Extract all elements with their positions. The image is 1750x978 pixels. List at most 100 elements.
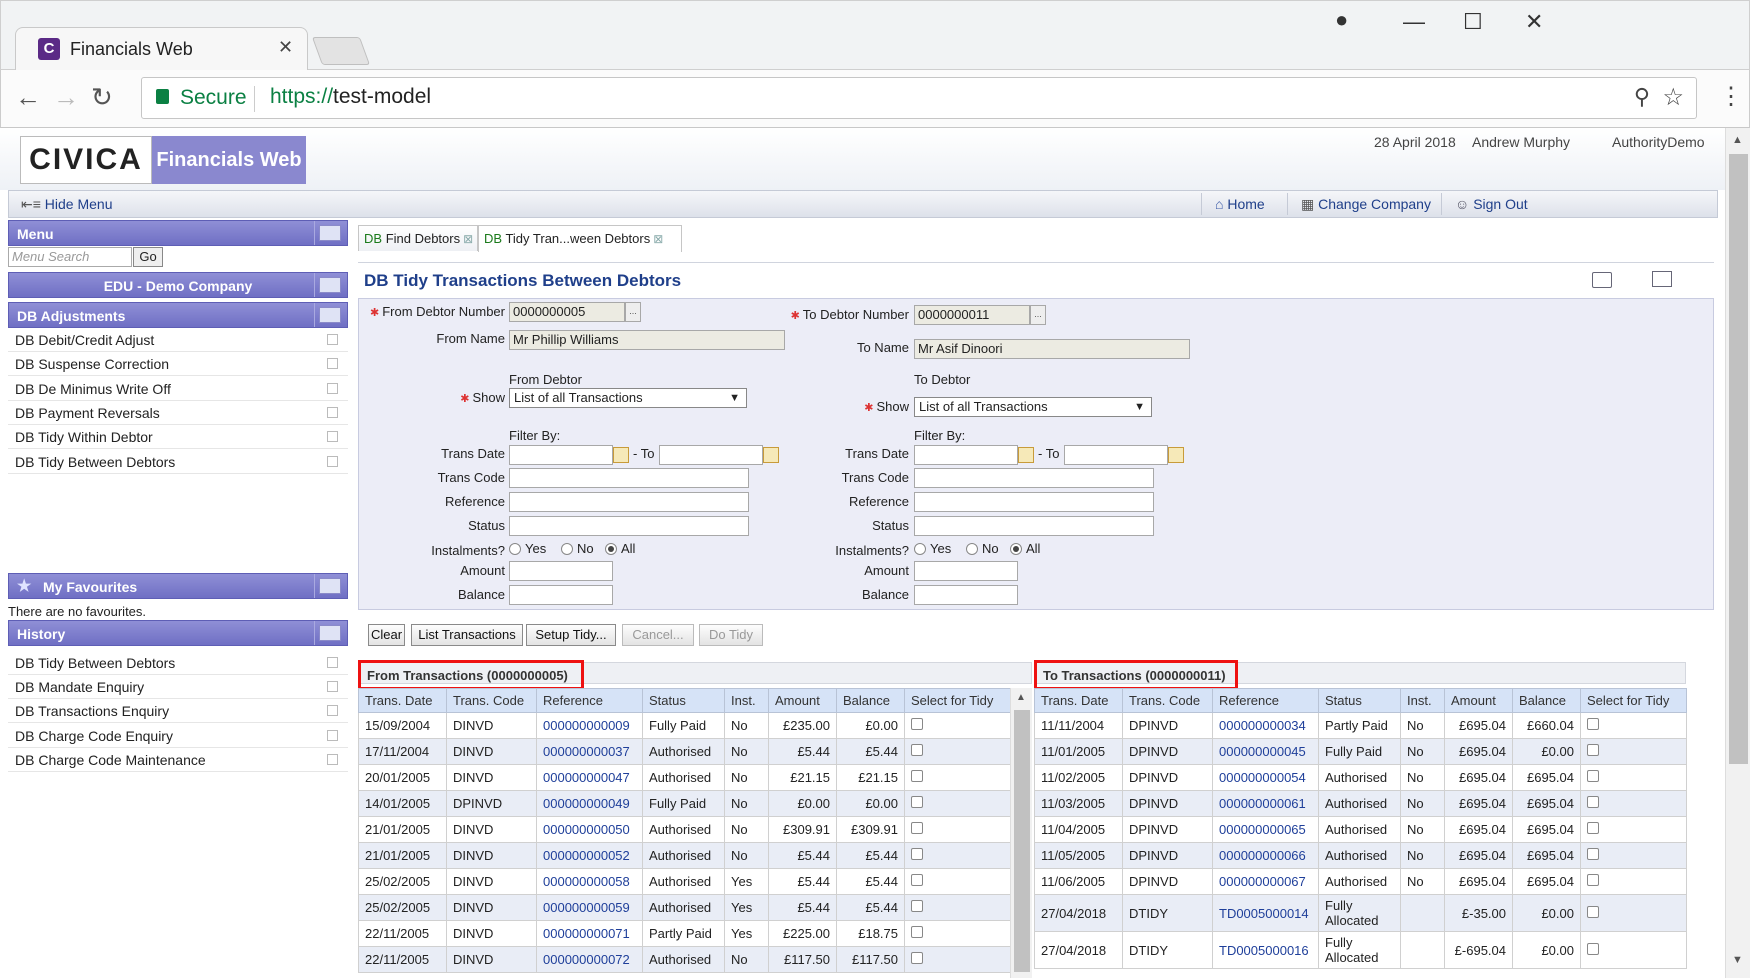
open-external-icon[interactable] [327,334,338,345]
from-debtor-number-input[interactable]: 0000000005 [509,302,625,322]
do-tidy-button[interactable]: Do Tidy [699,624,763,646]
column-header[interactable]: Trans. Date [358,688,447,713]
calendar-icon[interactable] [1168,447,1184,463]
reference-link[interactable]: 000000000071 [543,926,630,941]
to-trans-date-to-input[interactable] [1064,445,1168,465]
open-external-icon[interactable] [327,456,338,467]
sign-out-button[interactable]: ☺ Sign Out [1455,196,1528,212]
select-for-tidy-checkbox[interactable] [1587,718,1599,730]
reference-link[interactable]: 000000000065 [1219,822,1306,837]
from-balance-input[interactable] [509,585,613,605]
from-trans-date-to-input[interactable] [659,445,763,465]
select-for-tidy-checkbox[interactable] [911,770,923,782]
close-tab-icon[interactable]: ⊠ [653,232,663,246]
history-item-mandate-enquiry[interactable]: DB Mandate Enquiry [8,675,348,699]
select-for-tidy-checkbox[interactable] [1587,822,1599,834]
select-for-tidy-checkbox[interactable] [1587,770,1599,782]
to-status-input[interactable] [914,516,1154,536]
browser-tab[interactable]: C Financials Web ✕ [15,27,308,71]
table-row[interactable]: 11/06/2005 DPINVD 000000000067 Authorised No… [1034,868,1687,895]
table-row[interactable]: 11/05/2005 DPINVD 000000000066 Authorised No… [1034,842,1687,869]
reference-link[interactable]: 000000000045 [1219,744,1306,759]
reload-icon[interactable]: ↻ [91,82,113,113]
table-row[interactable]: 22/11/2005 DINVD 000000000071 Partly Paid Ye… [358,920,1011,947]
history-item-charge-code-enquiry[interactable]: DB Charge Code Enquiry [8,724,348,748]
column-header[interactable]: Trans. Date [1034,688,1123,713]
sidebar-item-debit-credit-adjust[interactable]: DB Debit/Credit Adjust [8,328,348,352]
table-row[interactable]: 11/01/2005 DPINVD 000000000045 Fully Paid No… [1034,738,1687,765]
reference-link[interactable]: 000000000059 [543,900,630,915]
table-row[interactable]: 11/03/2005 DPINVD 000000000061 Authorised No… [1034,790,1687,817]
from-instalments-yes-radio[interactable]: Yes [509,541,546,556]
open-external-icon[interactable] [327,431,338,442]
section-window-icon[interactable] [319,307,341,323]
select-for-tidy-checkbox[interactable] [911,874,923,886]
select-for-tidy-checkbox[interactable] [1587,905,1599,918]
reference-link[interactable]: TD0005000014 [1219,906,1309,921]
history-item-charge-code-maintenance[interactable]: DB Charge Code Maintenance [8,748,348,772]
select-for-tidy-checkbox[interactable] [1587,874,1599,886]
reference-link[interactable]: 000000000047 [543,770,630,785]
to-debtor-lookup-button[interactable]: ... [1030,305,1046,325]
scrollbar-thumb[interactable] [1729,154,1748,764]
column-header[interactable]: Status [642,688,725,713]
column-header[interactable]: Balance [836,688,905,713]
reference-link[interactable]: 000000000052 [543,848,630,863]
list-transactions-button[interactable]: List Transactions [411,624,523,646]
table-row[interactable]: 27/04/2018 DTIDY TD0005000016 Fully Allocat… [1034,931,1687,969]
to-trans-code-input[interactable] [914,468,1154,488]
table-row[interactable]: 21/01/2005 DINVD 000000000050 Authorised No £… [358,816,1011,843]
maximize-icon[interactable]: ☐ [1463,9,1483,35]
table-row[interactable]: 25/02/2005 DINVD 000000000058 Authorised Yes… [358,868,1011,895]
select-for-tidy-checkbox[interactable] [911,952,923,964]
calendar-icon[interactable] [613,447,629,463]
company-header[interactable]: EDU - Demo Company [8,272,348,298]
column-header[interactable]: Inst. [724,688,769,713]
forward-icon[interactable]: → [53,82,79,113]
table-row[interactable]: 25/02/2005 DINVD 000000000059 Authorised Yes… [358,894,1011,921]
menu-search-go-button[interactable]: Go [133,247,163,267]
bookmark-star-icon[interactable]: ☆ [1662,83,1684,112]
select-for-tidy-checkbox[interactable] [911,744,923,756]
close-tab-icon[interactable]: ✕ [278,37,293,58]
zoom-icon[interactable]: ⚲ [1634,84,1650,110]
sidebar-item-suspense-correction[interactable]: DB Suspense Correction [8,352,348,376]
open-external-icon[interactable] [327,705,338,716]
table-row[interactable]: 20/01/2005 DINVD 000000000047 Authorised No £… [358,764,1011,791]
from-trans-date-from-input[interactable] [509,445,613,465]
profile-icon[interactable]: ● [1335,7,1348,33]
from-debtor-lookup-button[interactable]: ... [625,302,641,322]
page-scrollbar[interactable]: ▲ ▼ [1725,128,1750,978]
browser-menu-icon[interactable]: ⋮ [1719,82,1743,111]
url-text[interactable]: https://test-model [270,85,431,109]
history-header[interactable]: History [8,620,348,646]
sidebar-item-payment-reversals[interactable]: DB Payment Reversals [8,401,348,425]
from-show-select[interactable]: List of all Transactions ▼ [509,388,747,408]
company-window-icon[interactable] [319,277,341,293]
history-item-tidy-between-debtors[interactable]: DB Tidy Between Debtors [8,651,348,675]
column-header[interactable]: Trans. Code [446,688,537,713]
calendar-icon[interactable] [1018,447,1034,463]
select-for-tidy-checkbox[interactable] [1587,848,1599,860]
column-header[interactable]: Reference [536,688,643,713]
new-tab-button[interactable] [311,37,371,65]
table-row[interactable]: 22/11/2005 DINVD 000000000072 Authorised No £… [358,946,1011,973]
from-name-input[interactable]: Mr Phillip Williams [509,330,785,350]
open-external-icon[interactable] [327,730,338,741]
select-for-tidy-checkbox[interactable] [1587,942,1599,955]
reference-link[interactable]: 000000000072 [543,952,630,967]
column-header[interactable]: Reference [1212,688,1319,713]
scrollbar-thumb[interactable] [1014,710,1030,972]
open-external-icon[interactable] [327,681,338,692]
db-adjustments-header[interactable]: DB Adjustments [8,302,348,328]
reference-link[interactable]: 000000000037 [543,744,630,759]
to-trans-date-from-input[interactable] [914,445,1018,465]
from-reference-input[interactable] [509,492,749,512]
my-favourites-header[interactable]: ★ My Favourites [8,573,348,599]
scroll-down-icon[interactable]: ▼ [1732,954,1743,966]
from-status-input[interactable] [509,516,749,536]
reference-link[interactable]: 000000000061 [1219,796,1306,811]
reference-link[interactable]: 000000000067 [1219,874,1306,889]
scroll-up-icon[interactable]: ▲ [1016,692,1026,703]
select-for-tidy-checkbox[interactable] [1587,744,1599,756]
